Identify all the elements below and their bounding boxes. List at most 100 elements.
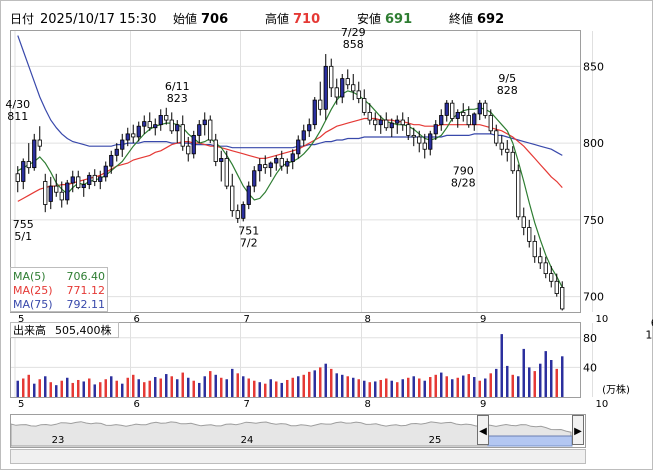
volume-bar	[159, 378, 162, 397]
volume-bar	[225, 379, 228, 397]
volume-bar	[22, 378, 25, 397]
volume-bar	[115, 380, 118, 397]
scroll-left-handle[interactable]: ◀	[477, 415, 489, 445]
candle-body	[477, 102, 482, 115]
candle-body	[351, 84, 356, 92]
annotation-value: 811	[7, 110, 28, 123]
price-x-tick-10: 10	[596, 314, 609, 325]
candle-body	[532, 240, 537, 258]
candle-body	[543, 262, 548, 275]
high-value: 710	[293, 12, 320, 27]
volume-bar	[346, 376, 349, 397]
scrollbar-track[interactable]	[10, 449, 586, 464]
candle-body	[428, 133, 433, 150]
volume-x-tick-8: 8	[365, 399, 371, 410]
volume-bar	[352, 377, 355, 397]
candle-body	[406, 124, 411, 136]
volume-bar	[539, 363, 542, 397]
overview-year-25: 25	[429, 435, 442, 446]
ma5-legend-label: MA(5)	[13, 270, 46, 283]
candle-body	[395, 119, 400, 124]
volume-bar	[264, 383, 267, 397]
volume-bar	[49, 382, 52, 397]
volume-bar	[27, 374, 30, 397]
volume-bar	[192, 380, 195, 397]
candle-body	[433, 124, 438, 135]
volume-bar	[280, 382, 283, 397]
candle-body	[21, 161, 26, 182]
candle-body	[213, 139, 218, 162]
ma-legend: MA(5) 706.40 MA(25) 771.12 MA(75) 792.11	[10, 267, 108, 312]
candle-body	[197, 124, 202, 136]
date-label: 日付	[10, 12, 34, 26]
horizontal-scrollbar[interactable]	[10, 449, 586, 464]
volume-bar	[143, 382, 146, 397]
volume-bar	[390, 380, 393, 397]
chevron-left-icon: ◀	[479, 426, 487, 437]
volume-bar	[242, 376, 245, 397]
open-label: 始値	[173, 11, 197, 26]
candle-body	[202, 119, 207, 126]
volume-bar	[379, 379, 382, 397]
candle-body	[318, 99, 323, 110]
annotation-date: 5/1	[14, 230, 32, 243]
candle-body	[329, 65, 334, 89]
candle-body	[301, 130, 306, 141]
volume-bar	[434, 374, 437, 397]
candle-body	[345, 78, 350, 86]
volume-bar	[533, 371, 536, 397]
volume-bar	[44, 376, 47, 397]
candle-body	[147, 121, 152, 129]
candle-body	[120, 139, 125, 150]
volume-x-tick-6: 6	[134, 399, 140, 410]
annotation-date: 10/17	[645, 328, 653, 341]
volume-bar	[203, 376, 206, 397]
volume-bar	[313, 370, 316, 397]
volume-bar	[291, 377, 294, 397]
scroll-range-window[interactable]	[487, 435, 573, 447]
candle-body	[373, 119, 378, 126]
volume-bar	[110, 376, 113, 397]
candle-body	[455, 111, 460, 119]
candle-body	[290, 153, 295, 162]
overview-navigator[interactable]: ◀ ▶ 23 24 25	[10, 414, 586, 448]
candle-body	[356, 90, 361, 99]
candle-body	[114, 148, 119, 156]
high-label: 高値	[265, 11, 289, 26]
volume-bar	[66, 377, 69, 397]
volume-bar	[308, 371, 311, 397]
candle-body	[450, 102, 455, 119]
volume-bar	[231, 368, 234, 397]
candle-body	[180, 124, 185, 147]
candle-body	[472, 113, 477, 126]
volume-bar	[456, 377, 459, 397]
volume-x-tick-9: 9	[480, 399, 486, 410]
candle-body	[98, 176, 103, 182]
low-label: 安値	[357, 11, 381, 26]
candle-body	[400, 119, 405, 126]
volume-bar	[104, 379, 107, 397]
volume-bar	[137, 379, 140, 397]
candle-body	[444, 102, 449, 116]
overview-year-24: 24	[241, 435, 254, 446]
ma25-legend-value: 771.12	[67, 284, 106, 297]
candle-body	[422, 142, 427, 150]
volume-bar	[55, 385, 58, 397]
low-value: 691	[385, 12, 412, 27]
candle-body	[510, 151, 515, 172]
volume-bar	[341, 374, 344, 397]
volume-bar	[374, 381, 377, 397]
scroll-right-handle[interactable]: ▶	[572, 415, 584, 445]
annotation-value: 828	[497, 84, 518, 97]
volume-bar	[286, 379, 289, 397]
candle-body	[37, 139, 42, 147]
volume-bar	[77, 379, 80, 397]
volume-bar	[489, 373, 492, 397]
open-value: 706	[201, 12, 228, 27]
price-y-tick-800: 800	[583, 137, 604, 150]
price-y-tick-700: 700	[583, 291, 604, 304]
volume-label: 出来高	[13, 323, 46, 337]
volume-unit: (万株)	[602, 383, 630, 396]
candle-body	[362, 98, 367, 113]
volume-bar	[396, 382, 399, 397]
